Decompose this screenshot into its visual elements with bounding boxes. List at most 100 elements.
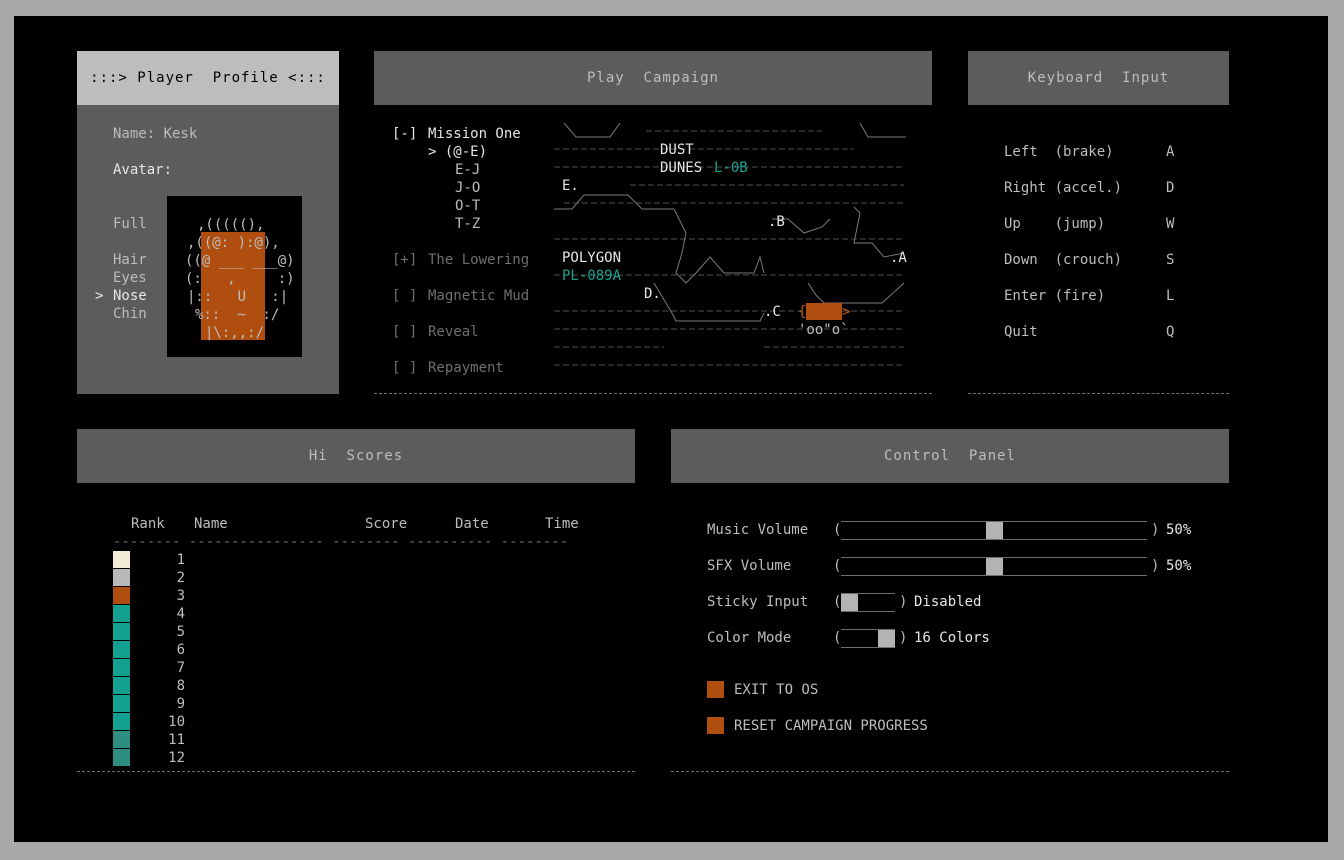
control-bottom-rule bbox=[671, 771, 1229, 772]
map-node-c[interactable]: .C bbox=[764, 303, 781, 321]
rank-color-swatch bbox=[113, 713, 130, 730]
color-mode-knob[interactable] bbox=[878, 630, 895, 647]
level-1[interactable]: > (@-E) bbox=[428, 143, 487, 161]
avatar-part-chin[interactable]: Chin bbox=[113, 305, 147, 323]
music-volume-knob[interactable] bbox=[986, 522, 1003, 539]
sticky-input-label: Sticky Input bbox=[707, 594, 809, 610]
rank-number: 9 bbox=[176, 696, 185, 712]
mission-3-label[interactable]: Magnetic Mud bbox=[428, 287, 529, 305]
player-profile-panel: :::> Player Profile <::: Name: Kesk Avat… bbox=[77, 51, 339, 394]
campaign-panel: Play Campaign [-] Mission One > (@-E) E-… bbox=[374, 51, 932, 396]
hi-scores-panel: Hi Scores Rank Name Score Date Time ----… bbox=[77, 429, 635, 774]
map-creature: 'oo"o` bbox=[798, 322, 849, 338]
mission-5-label[interactable]: Repayment bbox=[428, 359, 504, 377]
level-2[interactable]: E-J bbox=[455, 161, 480, 179]
key-binding-action[interactable]: Right (accel.) bbox=[1004, 179, 1122, 197]
mission-4-label[interactable]: Reveal bbox=[428, 323, 479, 341]
avatar-line-5: |:: U :| bbox=[187, 289, 289, 305]
sticky-input-value: Disabled bbox=[914, 594, 982, 610]
rank-number: 7 bbox=[176, 660, 185, 676]
sfx-volume-close-paren: ) bbox=[1151, 558, 1160, 574]
mission-2-label[interactable]: The Lowering bbox=[428, 251, 529, 269]
key-binding-key[interactable]: S bbox=[1166, 251, 1174, 269]
sticky-input-knob[interactable] bbox=[841, 594, 858, 611]
column-underline: -------- ---------------- -------- -----… bbox=[113, 534, 569, 550]
sfx-volume-slider[interactable] bbox=[841, 557, 1147, 576]
key-binding-key[interactable]: D bbox=[1166, 179, 1174, 197]
map-label-dunes[interactable]: DUNES bbox=[660, 159, 702, 177]
mission-marker-2[interactable]: [+] bbox=[392, 251, 417, 269]
mission-1-label[interactable]: Mission One bbox=[428, 125, 521, 143]
sticky-input-toggle[interactable] bbox=[841, 593, 895, 612]
rank-number: 10 bbox=[168, 714, 185, 730]
map-node-d[interactable]: D. bbox=[644, 285, 661, 303]
color-mode-toggle[interactable] bbox=[841, 629, 895, 648]
mission-marker-1[interactable]: [-] bbox=[392, 125, 417, 143]
rank-color-swatch bbox=[113, 677, 130, 694]
control-panel-header[interactable]: Control Panel bbox=[671, 429, 1229, 483]
level-3[interactable]: J-O bbox=[455, 179, 480, 197]
avatar-line-4: (: , :) bbox=[185, 271, 295, 287]
mission-marker-4[interactable]: [ ] bbox=[392, 323, 417, 341]
avatar-line-6: %:: ~ :/ bbox=[195, 307, 280, 323]
avatar-part-nose[interactable]: Nose bbox=[113, 287, 147, 305]
exit-to-os-label[interactable]: EXIT TO OS bbox=[734, 681, 818, 699]
game-screen: :::> Player Profile <::: Name: Kesk Avat… bbox=[14, 16, 1328, 842]
reset-square-icon bbox=[707, 717, 724, 734]
color-mode-value: 16 Colors bbox=[914, 630, 990, 646]
key-binding-action[interactable]: Up (jump) bbox=[1004, 215, 1105, 233]
reset-campaign-label[interactable]: RESET CAMPAIGN PROGRESS bbox=[734, 717, 928, 735]
sfx-volume-knob[interactable] bbox=[986, 558, 1003, 575]
campaign-header[interactable]: Play Campaign bbox=[374, 51, 932, 105]
level-4[interactable]: O-T bbox=[455, 197, 480, 215]
key-binding-action[interactable]: Quit bbox=[1004, 323, 1038, 341]
sfx-volume-label: SFX Volume bbox=[707, 558, 792, 574]
col-name: Name bbox=[194, 516, 228, 532]
player-name[interactable]: Name: Kesk bbox=[113, 125, 197, 143]
mission-marker-3[interactable]: [ ] bbox=[392, 287, 417, 305]
map-node-b[interactable]: .B bbox=[768, 213, 785, 231]
mission-marker-5[interactable]: [ ] bbox=[392, 359, 417, 377]
exit-to-os-button[interactable]: EXIT TO OS bbox=[707, 681, 957, 699]
key-binding-key[interactable]: A bbox=[1166, 143, 1174, 161]
exit-square-icon bbox=[707, 681, 724, 698]
rank-color-swatch bbox=[113, 731, 130, 748]
music-volume-label: Music Volume bbox=[707, 522, 809, 538]
rank-color-swatch bbox=[113, 749, 130, 766]
avatar-part-full[interactable]: Full bbox=[113, 215, 147, 233]
color-mode-close-paren: ) bbox=[899, 630, 908, 646]
music-volume-close-paren: ) bbox=[1151, 522, 1160, 538]
map-label-polygon[interactable]: POLYGON bbox=[562, 249, 621, 267]
avatar-part-hair[interactable]: Hair bbox=[113, 251, 147, 269]
rank-number: 12 bbox=[168, 750, 185, 766]
key-binding-action[interactable]: Left (brake) bbox=[1004, 143, 1114, 161]
hi-scores-header[interactable]: Hi Scores bbox=[77, 429, 635, 483]
key-binding-key[interactable]: L bbox=[1166, 287, 1174, 305]
key-binding-action[interactable]: Down (crouch) bbox=[1004, 251, 1122, 269]
col-time: Time bbox=[545, 516, 579, 532]
reset-campaign-button[interactable]: RESET CAMPAIGN PROGRESS bbox=[707, 717, 967, 735]
map-label-dust[interactable]: DUST bbox=[660, 141, 694, 159]
sfx-volume-value: 50% bbox=[1166, 558, 1192, 574]
player-profile-header[interactable]: :::> Player Profile <::: bbox=[77, 51, 339, 105]
key-binding-action[interactable]: Enter (fire) bbox=[1004, 287, 1105, 305]
rank-color-swatch bbox=[113, 605, 130, 622]
level-5[interactable]: T-Z bbox=[455, 215, 480, 233]
avatar-part-eyes[interactable]: Eyes bbox=[113, 269, 147, 287]
keyboard-header[interactable]: Keyboard Input bbox=[968, 51, 1229, 105]
rank-color-swatch bbox=[113, 641, 130, 658]
avatar-preview: ,(((((), ,((@: ):@), ((@ ___ ___@) (: , … bbox=[167, 196, 302, 357]
sticky-input-close-paren: ) bbox=[899, 594, 908, 610]
key-binding-key[interactable]: W bbox=[1166, 215, 1174, 233]
key-binding-key[interactable]: Q bbox=[1166, 323, 1174, 341]
keyboard-bottom-rule bbox=[968, 393, 1229, 394]
avatar-line-7: |\:,,:/ bbox=[205, 325, 265, 341]
scores-bottom-rule bbox=[77, 771, 635, 772]
map-node-a[interactable]: .A bbox=[890, 249, 907, 267]
player-vehicle bbox=[806, 303, 842, 320]
music-volume-slider[interactable] bbox=[841, 521, 1147, 540]
vehicle-edge-right-icon: > bbox=[842, 304, 851, 320]
map-node-e[interactable]: E. bbox=[562, 177, 579, 195]
rank-number: 5 bbox=[176, 624, 185, 640]
col-date: Date bbox=[455, 516, 489, 532]
